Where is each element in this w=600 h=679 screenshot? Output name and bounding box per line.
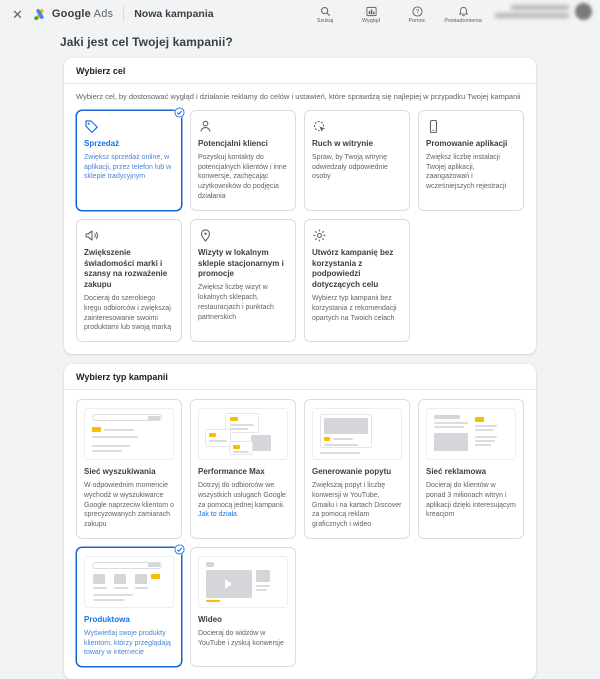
display-network-thumbnail	[426, 408, 516, 461]
goal-card-desc: Docieraj do szerokiego kręgu odbiorców i…	[84, 294, 172, 332]
location-pin-icon	[200, 229, 211, 242]
type-card-desc: Zwiększaj popyt i liczbę konwersji w You…	[312, 481, 402, 529]
selected-check-icon	[174, 543, 185, 555]
avatar[interactable]	[575, 3, 592, 21]
selected-check-icon	[174, 107, 185, 118]
goal-card-no-guidance[interactable]: Utwórz kampanię bez korzystania z podpow…	[304, 218, 410, 343]
goal-card-app-promotion[interactable]: Promowanie aplikacji Zwiększ liczbę inst…	[418, 110, 524, 211]
type-card-title: Sieć wyszukiwania	[84, 467, 156, 477]
type-card-title: Sieć reklamowa	[426, 467, 487, 477]
type-card-desc: W odpowiednim momencie wychodź w wyszuki…	[84, 481, 174, 529]
type-card-title: Produktowa	[84, 614, 130, 624]
type-card-desc: Wyświetlaj swoje produkty klientom, któr…	[84, 629, 171, 657]
goal-card-title: Ruch w witrynie	[312, 139, 373, 148]
type-card-video[interactable]: Wideo Docieraj do widzów w YouTube i zys…	[190, 546, 296, 668]
goal-card-desc: Zwiększ liczbę wizyt w lokalnych sklepac…	[198, 284, 274, 321]
shopping-campaign-thumbnail	[84, 555, 174, 608]
type-cards-grid: Sieć wyszukiwania W odpowiednim momencie…	[64, 390, 536, 679]
type-card-title: Generowanie popytu	[312, 467, 392, 477]
type-card-shopping[interactable]: Produktowa Wyświetlaj swoje produkty kli…	[76, 543, 185, 668]
campaign-type-panel: Wybierz typ kampanii Sieć wyszukiwania W…	[64, 364, 536, 679]
megaphone-icon	[85, 230, 99, 241]
gear-icon	[313, 229, 326, 242]
video-campaign-thumbnail	[198, 555, 288, 608]
sell-tag-icon	[85, 120, 98, 133]
type-card-demand-gen[interactable]: Generowanie popytu Zwiększaj popyt i lic…	[304, 399, 410, 539]
goal-card-title: Wizyty w lokalnym sklepie stacjonarnym i…	[198, 247, 284, 279]
type-card-desc: Docieraj do widzów w YouTube i zyskuj ko…	[198, 629, 284, 647]
google-ads-logo-icon	[34, 8, 44, 20]
campaign-page-name: Nowa kampania	[134, 8, 214, 20]
type-panel-title: Wybierz typ kampanii	[64, 364, 536, 391]
page-title: Jaki jest cel Twojej kampanii?	[60, 35, 233, 49]
goal-card-title: Zwiększenie świadomości marki i szansy n…	[84, 247, 168, 290]
goal-card-desc: Zwiększ sprzedaż online, w aplikacji, pr…	[84, 153, 172, 181]
performance-max-thumbnail	[198, 408, 288, 461]
account-info[interactable]	[495, 3, 592, 21]
notifications-button[interactable]: Powiadomienia	[443, 3, 483, 25]
how-it-works-link[interactable]: Jak to działa	[198, 511, 237, 518]
help-icon: ?	[411, 6, 423, 17]
type-card-display[interactable]: Sieć reklamowa Docieraj do klientów w po…	[418, 399, 524, 539]
svg-text:?: ?	[415, 9, 419, 16]
leads-person-icon	[200, 120, 211, 132]
goal-card-title: Sprzedaż	[84, 139, 120, 148]
goal-card-desc: Wybierz typ kampanii bez korzystania z r…	[312, 294, 397, 322]
appearance-chart-icon	[365, 7, 377, 17]
type-card-performance-max[interactable]: Performance Max Dotrzyj do odbiorców we …	[190, 399, 296, 539]
goal-cards-grid: Sprzedaż Zwiększ sprzedaż online, w apli…	[64, 101, 536, 354]
smartphone-icon	[429, 119, 438, 134]
goal-card-title: Utwórz kampanię bez korzystania z podpow…	[312, 247, 394, 290]
type-card-title: Performance Max	[198, 467, 265, 477]
search-campaign-thumbnail	[84, 408, 174, 461]
goal-card-awareness[interactable]: Zwiększenie świadomości marki i szansy n…	[76, 218, 182, 343]
google-ads-logo: Google Ads	[33, 8, 113, 21]
appearance-button[interactable]: Wygląd	[351, 3, 391, 25]
demand-gen-thumbnail	[312, 408, 402, 461]
type-card-title: Wideo	[198, 614, 222, 624]
bell-icon	[458, 7, 468, 17]
goal-card-desc: Pozyskuj kontakty do potencjalnych klien…	[198, 153, 287, 200]
goal-card-title: Potencjalni klienci	[198, 139, 268, 148]
account-text-redacted	[495, 5, 569, 19]
topbar: ✕ Google Ads Nowa kampania Szukaj Wygląd…	[0, 0, 600, 28]
topbar-divider	[123, 6, 125, 22]
goal-card-sales[interactable]: Sprzedaż Zwiększ sprzedaż online, w apli…	[76, 107, 185, 211]
goal-panel-description: Wybierz cel, by dostosować wygląd i dzia…	[76, 92, 521, 101]
goal-card-local-visits[interactable]: Wizyty w lokalnym sklepie stacjonarnym i…	[190, 218, 296, 343]
goal-panel: Wybierz cel Wybierz cel, by dostosować w…	[64, 58, 536, 355]
type-card-desc: Docieraj do klientów w ponad 3 milionach…	[426, 481, 516, 519]
ads-click-icon	[314, 121, 325, 132]
goal-card-desc: Zwiększ liczbę instalacji Twojej aplikac…	[426, 153, 507, 191]
help-button[interactable]: ? Pomoc	[397, 3, 437, 25]
search-icon	[320, 7, 330, 17]
brand-name: Google Ads	[51, 8, 114, 20]
goal-card-desc: Spraw, by Twoją witrynę odwiedzały odpow…	[312, 153, 388, 181]
type-card-desc: Dotrzyj do odbiorców we wszystkich usług…	[198, 481, 286, 519]
goal-card-title: Promowanie aplikacji	[426, 139, 508, 148]
close-icon[interactable]: ✕	[10, 6, 25, 23]
goal-card-website-traffic[interactable]: Ruch w witrynie Spraw, by Twoją witrynę …	[304, 110, 410, 211]
goal-panel-title: Wybierz cel	[64, 58, 536, 84]
type-card-search[interactable]: Sieć wyszukiwania W odpowiednim momencie…	[76, 399, 182, 539]
goal-card-leads[interactable]: Potencjalni klienci Pozyskuj kontakty do…	[190, 110, 296, 211]
search-button[interactable]: Szukaj	[305, 3, 345, 25]
